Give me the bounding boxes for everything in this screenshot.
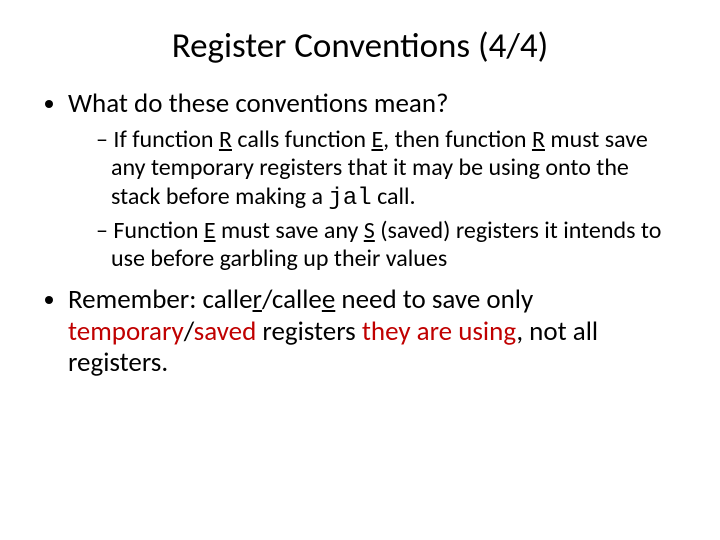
red-saved: saved <box>194 315 257 348</box>
bullet-1: What do these conventions mean? If funct… <box>68 88 680 273</box>
underline-s: S <box>364 216 375 245</box>
t: must save any <box>216 216 364 245</box>
t: call. <box>372 182 416 211</box>
t: registers <box>256 315 362 348</box>
underline-e: E <box>371 125 383 154</box>
t: , then function <box>383 125 532 154</box>
sub-list-1: If function R calls function E, then fun… <box>68 126 680 274</box>
code-jal: jal <box>328 185 371 212</box>
t: / <box>184 315 194 348</box>
red-they-are-using: they are using <box>362 315 517 348</box>
underline-e: e <box>322 283 335 316</box>
bullet-2: Remember: caller/callee need to save onl… <box>68 284 680 380</box>
slide-title: Register Conventions (4/4) <box>40 26 680 66</box>
sub-bullet-1: If function R calls function E, then fun… <box>96 126 680 213</box>
underline-e: E <box>204 216 216 245</box>
title-text: Register Conventions (4/4) <box>172 25 549 67</box>
t: Remember: calle <box>68 283 253 316</box>
red-temporary: temporary <box>68 315 184 348</box>
underline-r: R <box>532 125 545 154</box>
t: If function <box>113 125 219 154</box>
sub-bullet-2: Function E must save any S (saved) regis… <box>96 217 680 274</box>
slide: Register Conventions (4/4) What do these… <box>0 0 720 540</box>
bullet-1-text: What do these conventions mean? <box>68 87 449 120</box>
t: calls function <box>232 125 371 154</box>
t: /calle <box>262 283 322 316</box>
underline-r: r <box>253 283 262 316</box>
bullet-list: What do these conventions mean? If funct… <box>40 88 680 379</box>
underline-r: R <box>219 125 232 154</box>
t: Function <box>113 216 203 245</box>
t: need to save only <box>335 283 533 316</box>
